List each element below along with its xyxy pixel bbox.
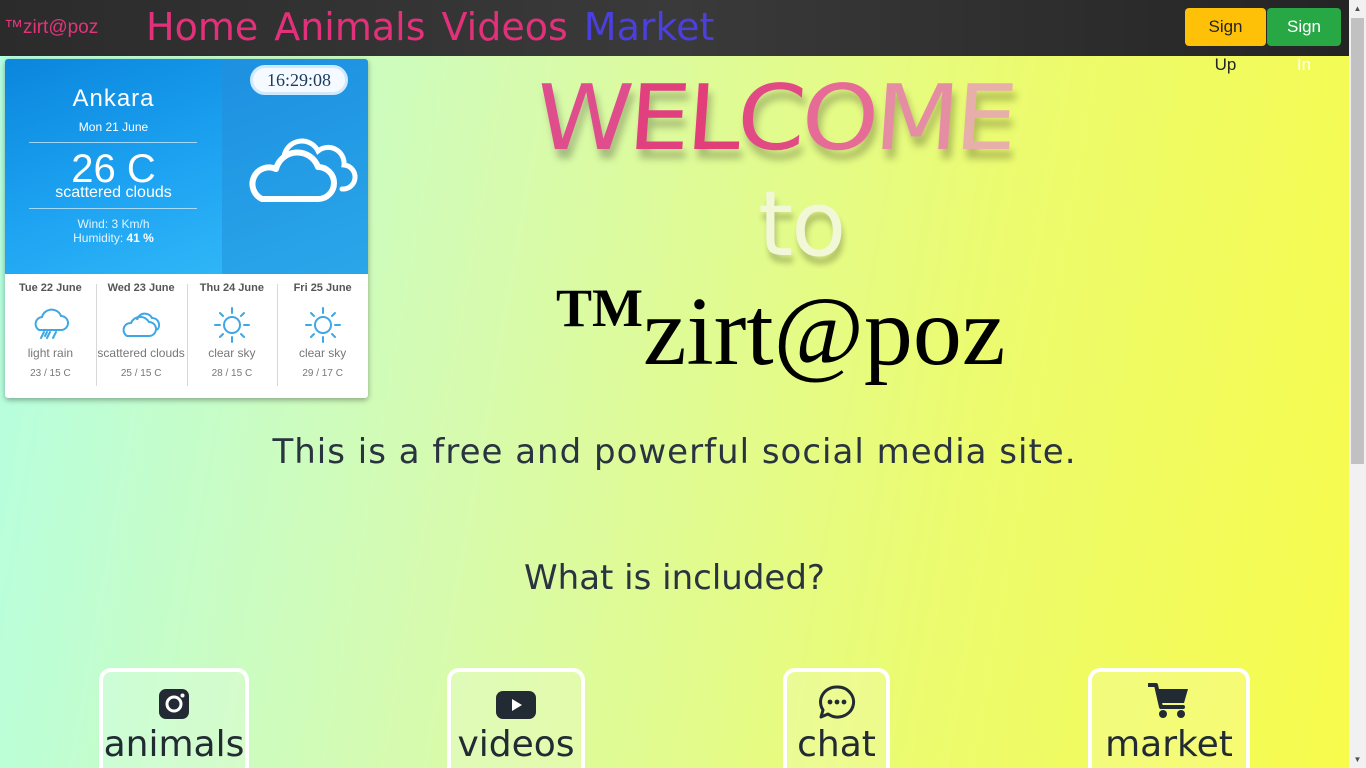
forecast-icon-wrap [5,304,96,346]
weather-date: Mon 21 June [78,120,149,134]
weather-description: scattered clouds [55,184,172,201]
welcome-letter: M [871,66,960,172]
rain-cloud-icon [34,308,70,339]
forecast-date: Thu 24 June [199,282,264,294]
feature-icon-wrap [103,672,245,724]
weather-forecast: Tue 22 June light rain 23 / 15 C Wed 23 … [5,274,368,398]
sun-icon [304,307,341,343]
nav-link-animals[interactable]: Animals [274,4,425,50]
forecast-date: Wed 23 June [107,282,175,294]
humidity-label: Humidity: [73,231,124,245]
weather-icon-panel: 16:29:08 [222,59,368,274]
feature-icon-wrap [451,672,581,724]
weather-clock: 16:29:08 [250,65,348,95]
weather-current-panel: Ankara Mon 21 June 26 C scattered clouds… [5,59,222,274]
nav-link-market[interactable]: Market [584,4,715,50]
feature-label: chat [797,724,876,765]
weather-wind: Wind: 3 Km/h [77,217,150,231]
humidity-value: 41 % [126,231,154,245]
forecast-description: clear sky [298,346,347,360]
forecast-description: light rain [27,346,74,360]
forecast-temperature-range: 23 / 15 C [30,368,71,379]
welcome-letter: C [733,66,806,172]
sun-icon [213,307,250,343]
cloud-icon [122,312,161,337]
nav-links: Home Animals Videos Market [146,4,714,50]
welcome-letter: W [532,66,633,172]
feature-card-chat[interactable]: chat [783,668,890,768]
scroll-thumb[interactable] [1351,18,1364,464]
brand-logo[interactable]: ™zirt@poz [4,17,98,39]
hero-brand-title: TMzirt@poz [556,276,1005,388]
forecast-temperature-range: 25 / 15 C [120,368,162,379]
weather-divider [29,208,197,209]
hero-brand-name: zirt@poz [643,278,1006,386]
forecast-day: Tue 22 June light rain 23 / 15 C [5,274,96,398]
forecast-icon-wrap [277,304,368,346]
forecast-temperature-range: 28 / 15 C [211,368,253,379]
instagram-icon [159,689,189,719]
forecast-day: Fri 25 June clear sky 29 / 17 C [277,274,368,398]
weather-divider [29,142,197,143]
forecast-day: Wed 23 June scattered clouds 25 / 15 C [95,274,187,398]
nav-link-videos[interactable]: Videos [442,4,568,50]
tagline: This is a free and powerful social media… [272,432,1077,472]
navbar: ™zirt@poz Home Animals Videos Market Sig… [0,0,1349,74]
forecast-description: clear sky [208,346,256,360]
sign-up-button[interactable]: Sign Up [1185,8,1266,74]
trademark-mark: TM [556,278,643,338]
chat-bubble-icon [818,685,855,719]
forecast-icon-wrap [96,304,187,346]
feature-icon-wrap [787,672,886,724]
forecast-date: Fri 25 June [293,282,352,294]
youtube-icon [496,691,536,719]
forecast-date: Tue 22 June [18,282,82,294]
included-heading: What is included? [524,558,825,598]
page-scrollbar[interactable]: ▲ ▼ [1349,0,1366,768]
feature-card-market[interactable]: market [1088,668,1250,768]
feature-icon-wrap [1092,672,1246,724]
forecast-temperature-range: 29 / 17 C [302,368,343,379]
feature-label: market [1105,724,1233,765]
welcome-letter: E [625,66,691,172]
forecast-description: scattered clouds [97,346,185,360]
welcome-letter: E [951,66,1018,172]
weather-city: Ankara [72,85,155,112]
nav-link-home[interactable]: Home [146,4,258,50]
forecast-day: Thu 24 June clear sky 28 / 15 C [186,274,278,398]
feature-label: videos [457,724,575,765]
feature-card-videos[interactable]: videos [447,668,585,768]
cloud-icon [249,138,358,202]
sign-in-button[interactable]: Sign In [1267,8,1341,74]
weather-widget: Ankara Mon 21 June 26 C scattered clouds… [5,59,368,398]
feature-label: animals [103,724,245,765]
weather-current: Ankara Mon 21 June 26 C scattered clouds… [5,59,368,274]
weather-humidity: Humidity: 41 % [5,231,222,245]
shopping-cart-icon [1148,683,1188,718]
welcome-heading: WELCOME [532,66,1099,171]
welcome-letter: L [683,66,741,172]
forecast-icon-wrap [187,304,278,346]
welcome-letter: O [798,66,879,172]
scroll-down-arrow-icon[interactable]: ▼ [1349,751,1366,768]
scroll-up-arrow-icon[interactable]: ▲ [1349,0,1366,17]
feature-card-animals[interactable]: animals [99,668,249,768]
welcome-to-text: to [758,172,846,277]
